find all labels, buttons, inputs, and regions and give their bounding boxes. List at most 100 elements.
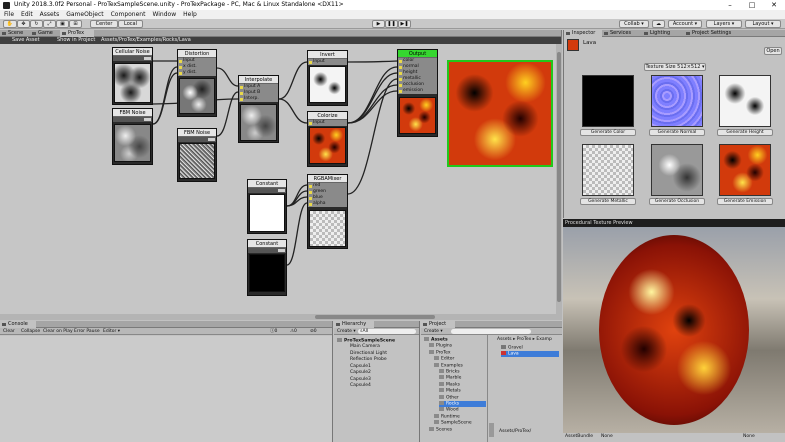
project-folder-rocks[interactable]: Rocks	[439, 401, 486, 407]
cloud-icon[interactable]: ☁	[652, 20, 665, 28]
hierarchy-item[interactable]: Capsule4	[350, 383, 371, 389]
hierarchy-search-input[interactable]: ⌕All	[358, 329, 416, 334]
assetbundle-variant-dropdown[interactable]: None	[743, 434, 755, 440]
node-fbm-noise[interactable]: FBM Noise	[112, 108, 153, 165]
warning-count-icon[interactable]: ⚠0	[290, 328, 297, 335]
play-button[interactable]: ▶	[372, 20, 385, 28]
hierarchy-create-dropdown[interactable]: Create ▾	[337, 328, 356, 335]
collapse-button[interactable]: Collapse	[21, 328, 40, 335]
project-folder-masks[interactable]: Masks	[439, 381, 486, 388]
project-breadcrumb[interactable]: Assets ▸ ProTex ▸ Examp	[497, 337, 552, 343]
show-in-project-button[interactable]: Show in Project	[57, 37, 95, 44]
project-search-input[interactable]	[451, 329, 531, 334]
hand-tool-icon[interactable]: ✋	[3, 20, 17, 28]
project-folder-editor[interactable]: Editor	[434, 356, 486, 362]
clear-on-play-button[interactable]: Clear on Play	[43, 328, 73, 335]
account-dropdown[interactable]: Account ▾	[668, 20, 702, 28]
generate-occlusion-button[interactable]: Generate Occlusion	[649, 198, 705, 205]
tab-hierarchy[interactable]: Hierarchy	[334, 321, 374, 328]
node-distortion[interactable]: Distortion Input x dist. y dist.	[177, 49, 217, 117]
assetbundle-dropdown[interactable]: None	[601, 434, 613, 440]
project-folder-protex[interactable]: ProTex	[429, 349, 486, 356]
menu-file[interactable]: File	[4, 10, 14, 19]
tab-inspector[interactable]: Inspector	[564, 30, 602, 37]
generate-height-button[interactable]: Generate Height	[717, 129, 773, 136]
generate-color-button[interactable]: Generate Color	[580, 129, 636, 136]
menu-gameobject[interactable]: GameObject	[66, 10, 103, 19]
maximize-button[interactable]: □	[741, 0, 763, 10]
info-count-icon[interactable]: ⓘ0	[270, 328, 277, 335]
node-rgbamixer[interactable]: RGBAMixer red green blue alpha	[307, 174, 348, 249]
minimize-button[interactable]: –	[719, 0, 741, 10]
project-folder-plugins[interactable]: Plugins	[429, 343, 486, 349]
transform-tool-icon[interactable]: ⊞	[69, 20, 82, 28]
rect-tool-icon[interactable]: ▣	[56, 20, 69, 28]
error-count-icon[interactable]: ⊘0	[310, 328, 317, 335]
clear-button[interactable]: Clear	[3, 328, 15, 335]
project-folder-other[interactable]: Other	[439, 394, 486, 401]
node-output[interactable]: Output color normal height metallic occl…	[397, 49, 438, 137]
scale-tool-icon[interactable]: ⤢	[43, 20, 56, 28]
project-folder-wood[interactable]: Wood	[439, 407, 486, 413]
save-asset-button[interactable]: Save Asset	[12, 37, 40, 44]
tab-project-settings[interactable]: Project Settings	[684, 30, 736, 37]
graph-vertical-scrollbar[interactable]	[556, 44, 562, 320]
port-emission[interactable]: emission	[398, 88, 437, 94]
layout-dropdown[interactable]: Layout ▾	[745, 20, 781, 28]
pivot-local-button[interactable]: Local	[118, 20, 143, 28]
hierarchy-item[interactable]: Capsule3	[350, 377, 371, 383]
layers-dropdown[interactable]: Layers ▾	[706, 20, 742, 28]
tab-game[interactable]: Game	[30, 30, 60, 37]
project-folder-metals[interactable]: Metals	[439, 388, 486, 394]
menu-help[interactable]: Help	[183, 10, 197, 19]
project-scrollbar[interactable]	[489, 423, 494, 437]
node-fbm-noise-2[interactable]: FBM Noise	[177, 128, 217, 182]
hierarchy-item[interactable]: Capsule1	[350, 364, 371, 370]
project-folder-examples[interactable]: Examples	[434, 362, 486, 369]
error-pause-button[interactable]: Error Pause	[74, 328, 100, 335]
project-folder-assets[interactable]: Assets	[424, 337, 486, 343]
menu-window[interactable]: Window	[152, 10, 176, 19]
tab-lighting[interactable]: Lighting	[642, 30, 684, 37]
editor-dropdown[interactable]: Editor ▾	[103, 328, 120, 335]
node-toggle[interactable]	[144, 118, 151, 121]
project-folder-marble[interactable]: Marble	[439, 375, 486, 381]
console-log-area[interactable]	[0, 336, 332, 442]
node-toggle[interactable]	[278, 189, 285, 192]
node-invert[interactable]: Invert Input	[307, 50, 348, 106]
project-create-dropdown[interactable]: Create ▾	[424, 328, 443, 335]
port-alpha[interactable]: alpha	[308, 201, 347, 207]
project-folder-bricks[interactable]: Bricks	[439, 369, 486, 375]
menu-assets[interactable]: Assets	[40, 10, 60, 19]
pivot-center-button[interactable]: Center	[90, 20, 118, 28]
rotate-tool-icon[interactable]: ↻	[30, 20, 43, 28]
hierarchy-item[interactable]: Capsule2	[350, 370, 371, 376]
node-interpolate[interactable]: Interpolate Input A Input B Interp.	[238, 75, 279, 143]
generate-normal-button[interactable]: Generate Normal	[649, 129, 705, 136]
tab-services[interactable]: Services	[602, 30, 642, 37]
open-button[interactable]: Open	[764, 47, 782, 55]
tab-scene[interactable]: Scene	[0, 30, 30, 37]
port-y-dist[interactable]: y dist.	[178, 70, 216, 76]
pause-button[interactable]: ❚❚	[385, 20, 398, 28]
node-constant-white[interactable]: Constant	[247, 179, 287, 234]
tab-protex[interactable]: ProTex	[60, 30, 94, 37]
tab-console[interactable]: Console	[0, 321, 36, 328]
texture-size-dropdown[interactable]: Texture Size 512×512 ▾	[644, 63, 706, 71]
hierarchy-item[interactable]: Main Camera	[350, 344, 380, 350]
hierarchy-item[interactable]: Reflection Probe	[350, 357, 387, 363]
port-input[interactable]: Input	[308, 120, 347, 126]
node-toggle[interactable]	[208, 138, 215, 141]
preview-viewport[interactable]	[563, 227, 785, 433]
project-file-lava[interactable]: Lava	[501, 351, 559, 357]
hierarchy-item[interactable]: Directional Light	[350, 351, 387, 357]
generate-emission-button[interactable]: Generate Emission	[717, 198, 773, 205]
project-folder-scenes[interactable]: Scenes	[429, 426, 486, 433]
tab-project[interactable]: Project	[421, 321, 455, 328]
project-folder-samplescene[interactable]: SampleScene	[434, 420, 486, 426]
menu-edit[interactable]: Edit	[21, 10, 33, 19]
collab-dropdown[interactable]: Collab ▾	[619, 20, 649, 28]
move-tool-icon[interactable]: ✥	[17, 20, 30, 28]
step-button[interactable]: ▶❚	[398, 20, 411, 28]
menu-component[interactable]: Component	[111, 10, 146, 19]
